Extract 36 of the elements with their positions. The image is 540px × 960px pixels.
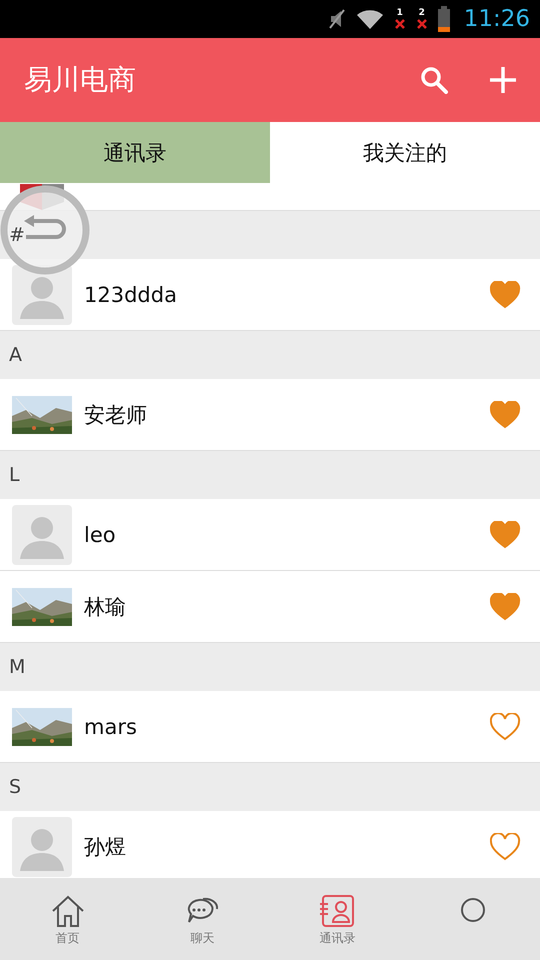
sim-number: 2 <box>418 8 425 18</box>
search-icon[interactable] <box>420 66 448 94</box>
nav-label: 首页 <box>56 930 80 947</box>
section-letter: S <box>9 776 22 798</box>
battery-icon <box>438 6 450 32</box>
heart-icon[interactable] <box>490 592 522 620</box>
section-letter: # <box>9 224 25 246</box>
home-icon[interactable] <box>50 894 86 928</box>
section-letter: A <box>9 344 22 366</box>
section-letter: L <box>9 464 20 486</box>
contact-name: mars <box>84 714 137 738</box>
no-signal-icon <box>394 18 406 30</box>
contact-name: leo <box>84 522 116 546</box>
contact-name: 孙煜 <box>84 834 126 860</box>
heart-icon[interactable] <box>490 400 522 428</box>
app-title: 易川电商 <box>24 62 136 98</box>
clock: 11:26 <box>464 6 530 32</box>
mute-icon <box>328 8 346 30</box>
contact-name: 林瑜 <box>84 594 126 620</box>
add-icon[interactable] <box>488 65 518 95</box>
back-button[interactable] <box>0 185 90 275</box>
avatar-icon <box>12 504 72 564</box>
heart-outline-icon[interactable] <box>490 832 522 860</box>
contact-card-icon[interactable] <box>320 894 356 928</box>
sim-number: 1 <box>396 8 403 18</box>
contact-name: 123ddda <box>84 282 177 306</box>
heart-outline-icon[interactable] <box>490 712 522 740</box>
wifi-icon <box>356 8 384 30</box>
nav-label: 通讯录 <box>320 930 356 947</box>
heart-icon[interactable] <box>490 280 522 308</box>
contact-name: 安老师 <box>84 402 147 428</box>
nav-label: 聊天 <box>190 930 214 947</box>
tab[interactable]: 通讯录 <box>0 122 270 183</box>
section-letter: M <box>9 656 26 678</box>
no-signal-icon <box>416 18 428 30</box>
heart-icon[interactable] <box>490 520 522 548</box>
